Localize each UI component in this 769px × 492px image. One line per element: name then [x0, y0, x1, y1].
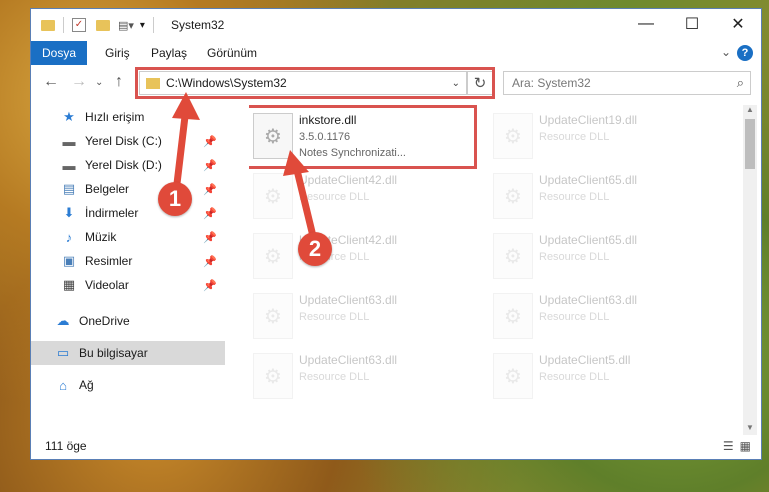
arrow-2-head: [283, 150, 309, 176]
callout-badge-1: 1: [158, 182, 192, 216]
arrow-1-head: [172, 92, 200, 120]
callout-badge-2: 2: [298, 232, 332, 266]
arrow-1: [172, 104, 190, 196]
arrow-2: [292, 162, 316, 236]
annotation-arrows: [172, 92, 316, 236]
